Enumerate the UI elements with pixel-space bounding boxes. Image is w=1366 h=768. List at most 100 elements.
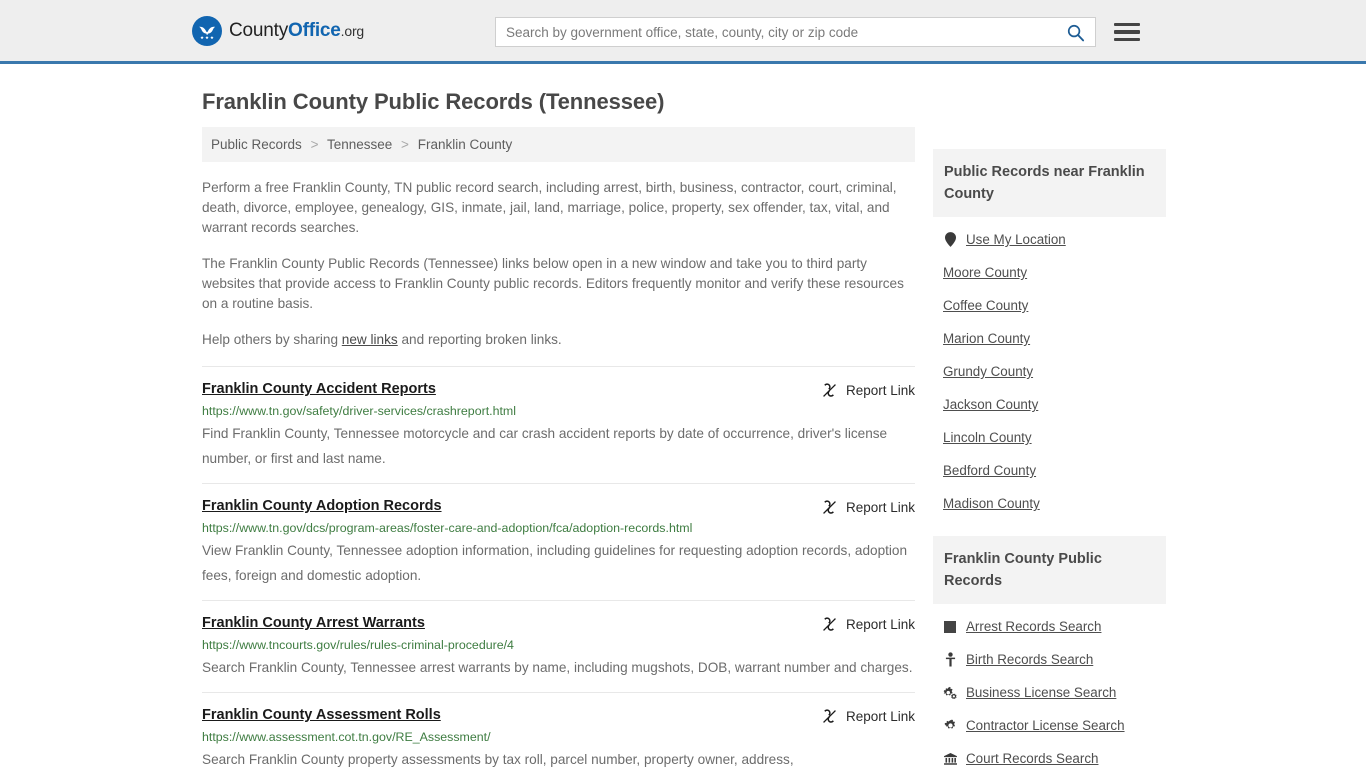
broken-link-icon <box>821 616 838 633</box>
breadcrumb-separator: > <box>310 137 319 152</box>
search-area <box>495 17 1140 47</box>
near-panel-list: Use My Location Moore County Coffee County… <box>933 217 1166 520</box>
result-item: Franklin County Arrest Warrants Report Li… <box>202 600 915 692</box>
logo-text-office: Office <box>288 19 341 41</box>
intro-3-before: Help others by sharing <box>202 332 342 347</box>
map-pin-icon <box>943 232 957 247</box>
report-link-button[interactable]: Report Link <box>821 707 915 725</box>
sidebar-item-use-my-location[interactable]: Use My Location <box>933 223 1166 256</box>
mugshot-square-icon <box>943 620 957 633</box>
hamburger-menu-icon[interactable] <box>1114 21 1140 43</box>
results-list: Franklin County Accident Reports Report L… <box>202 366 915 768</box>
content-row: Public Records > Tennessee > Franklin Co… <box>202 127 1174 768</box>
result-header: Franklin County Adoption Records Report L… <box>202 498 915 516</box>
sidebar-item-lincoln-county[interactable]: Lincoln County <box>933 421 1166 454</box>
gears-icon <box>943 686 957 700</box>
breadcrumb-item-public-records[interactable]: Public Records <box>211 137 302 152</box>
result-item: Franklin County Adoption Records Report L… <box>202 483 915 600</box>
site-header: CountyOffice.org <box>0 0 1366 64</box>
search-input[interactable] <box>504 23 1064 41</box>
records-panel-title: Franklin County Public Records <box>933 536 1166 604</box>
result-url[interactable]: https://www.tn.gov/safety/driver-service… <box>202 404 915 418</box>
sidebar-item-label[interactable]: Jackson County <box>943 397 1038 412</box>
sidebar-item-birth-records-search[interactable]: Birth Records Search <box>933 643 1166 676</box>
result-item: Franklin County Accident Reports Report L… <box>202 366 915 483</box>
sidebar-item-moore-county[interactable]: Moore County <box>933 256 1166 289</box>
sidebar: Public Records near Franklin County Use … <box>933 127 1166 768</box>
report-link-label: Report Link <box>845 500 915 515</box>
report-link-label: Report Link <box>845 709 915 724</box>
breadcrumb-separator: > <box>401 137 409 152</box>
records-panel: Franklin County Public Records Arrest Re… <box>933 536 1166 768</box>
result-url[interactable]: https://www.tncourts.gov/rules/rules-cri… <box>202 638 915 652</box>
broken-link-icon <box>821 708 838 725</box>
logo-text-org: .org <box>340 22 365 39</box>
result-url[interactable]: https://www.assessment.cot.tn.gov/RE_Ass… <box>202 730 915 744</box>
sidebar-item-label[interactable]: Arrest Records Search <box>966 619 1101 634</box>
intro-paragraph-2: The Franklin County Public Records (Tenn… <box>202 256 904 311</box>
sidebar-item-coffee-county[interactable]: Coffee County <box>933 289 1166 322</box>
baby-person-icon <box>943 652 957 667</box>
hamburger-bar <box>1114 37 1140 41</box>
sidebar-item-marion-county[interactable]: Marion County <box>933 322 1166 355</box>
report-link-button[interactable]: Report Link <box>821 498 915 516</box>
sidebar-item-bedford-county[interactable]: Bedford County <box>933 454 1166 487</box>
broken-link-icon <box>821 382 838 399</box>
courthouse-icon <box>943 752 957 765</box>
broken-link-icon <box>821 499 838 516</box>
breadcrumb: Public Records > Tennessee > Franklin Co… <box>202 127 915 162</box>
hamburger-bar <box>1114 30 1140 34</box>
intro-paragraph-3: Help others by sharing new links and rep… <box>202 330 915 350</box>
site-logo[interactable]: CountyOffice.org <box>192 15 364 46</box>
search-box[interactable] <box>495 17 1096 47</box>
sidebar-item-label[interactable]: Court Records Search <box>966 751 1098 766</box>
result-title-link[interactable]: Franklin County Arrest Warrants <box>202 615 425 631</box>
result-header: Franklin County Accident Reports Report L… <box>202 381 915 399</box>
result-description: Search Franklin County property assessme… <box>202 752 794 767</box>
result-title-link[interactable]: Franklin County Assessment Rolls <box>202 707 441 723</box>
breadcrumb-item-tennessee[interactable]: Tennessee <box>327 137 392 152</box>
search-icon[interactable] <box>1064 23 1087 42</box>
sidebar-item-label[interactable]: Marion County <box>943 331 1030 346</box>
sidebar-item-label[interactable]: Grundy County <box>943 364 1033 379</box>
result-title-link[interactable]: Franklin County Adoption Records <box>202 498 442 514</box>
breadcrumb-item-franklin-county[interactable]: Franklin County <box>418 137 513 152</box>
report-link-button[interactable]: Report Link <box>821 615 915 633</box>
sidebar-item-contractor-license-search[interactable]: Contractor License Search <box>933 709 1166 742</box>
result-header: Franklin County Arrest Warrants Report Li… <box>202 615 915 633</box>
main-column: Public Records > Tennessee > Franklin Co… <box>202 127 915 768</box>
sidebar-item-court-records-search[interactable]: Court Records Search <box>933 742 1166 768</box>
sidebar-item-label[interactable]: Madison County <box>943 496 1040 511</box>
page-body: Franklin County Public Records (Tennesse… <box>0 89 1366 768</box>
near-panel: Public Records near Franklin County Use … <box>933 149 1166 520</box>
sidebar-item-label[interactable]: Lincoln County <box>943 430 1032 445</box>
report-link-label: Report Link <box>845 617 915 632</box>
sidebar-item-label[interactable]: Coffee County <box>943 298 1028 313</box>
new-links-link[interactable]: new links <box>342 332 398 347</box>
eagle-badge-icon <box>192 15 222 46</box>
sidebar-item-label[interactable]: Bedford County <box>943 463 1036 478</box>
logo-wordmark: CountyOffice.org <box>229 20 364 42</box>
result-header: Franklin County Assessment Rolls Report L… <box>202 707 915 725</box>
result-description: Find Franklin County, Tennessee motorcyc… <box>202 426 888 466</box>
sidebar-item-business-license-search[interactable]: Business License Search <box>933 676 1166 709</box>
sidebar-item-label[interactable]: Business License Search <box>966 685 1116 700</box>
sidebar-item-madison-county[interactable]: Madison County <box>933 487 1166 520</box>
sidebar-item-grundy-county[interactable]: Grundy County <box>933 355 1166 388</box>
sidebar-item-label[interactable]: Moore County <box>943 265 1027 280</box>
hamburger-bar <box>1114 23 1140 27</box>
sidebar-item-jackson-county[interactable]: Jackson County <box>933 388 1166 421</box>
report-link-button[interactable]: Report Link <box>821 381 915 399</box>
result-item: Franklin County Assessment Rolls Report L… <box>202 692 915 768</box>
records-panel-list: Arrest Records Search Birth Records Searc… <box>933 604 1166 768</box>
sidebar-item-label[interactable]: Use My Location <box>966 232 1066 247</box>
near-panel-title: Public Records near Franklin County <box>933 149 1166 217</box>
gear-icon <box>943 719 957 732</box>
result-url[interactable]: https://www.tn.gov/dcs/program-areas/fos… <box>202 521 915 535</box>
sidebar-item-arrest-records-search[interactable]: Arrest Records Search <box>933 610 1166 643</box>
sidebar-item-label[interactable]: Birth Records Search <box>966 652 1093 667</box>
report-link-label: Report Link <box>845 383 915 398</box>
result-title-link[interactable]: Franklin County Accident Reports <box>202 381 436 397</box>
result-description: View Franklin County, Tennessee adoption… <box>202 543 908 583</box>
sidebar-item-label[interactable]: Contractor License Search <box>966 718 1125 733</box>
